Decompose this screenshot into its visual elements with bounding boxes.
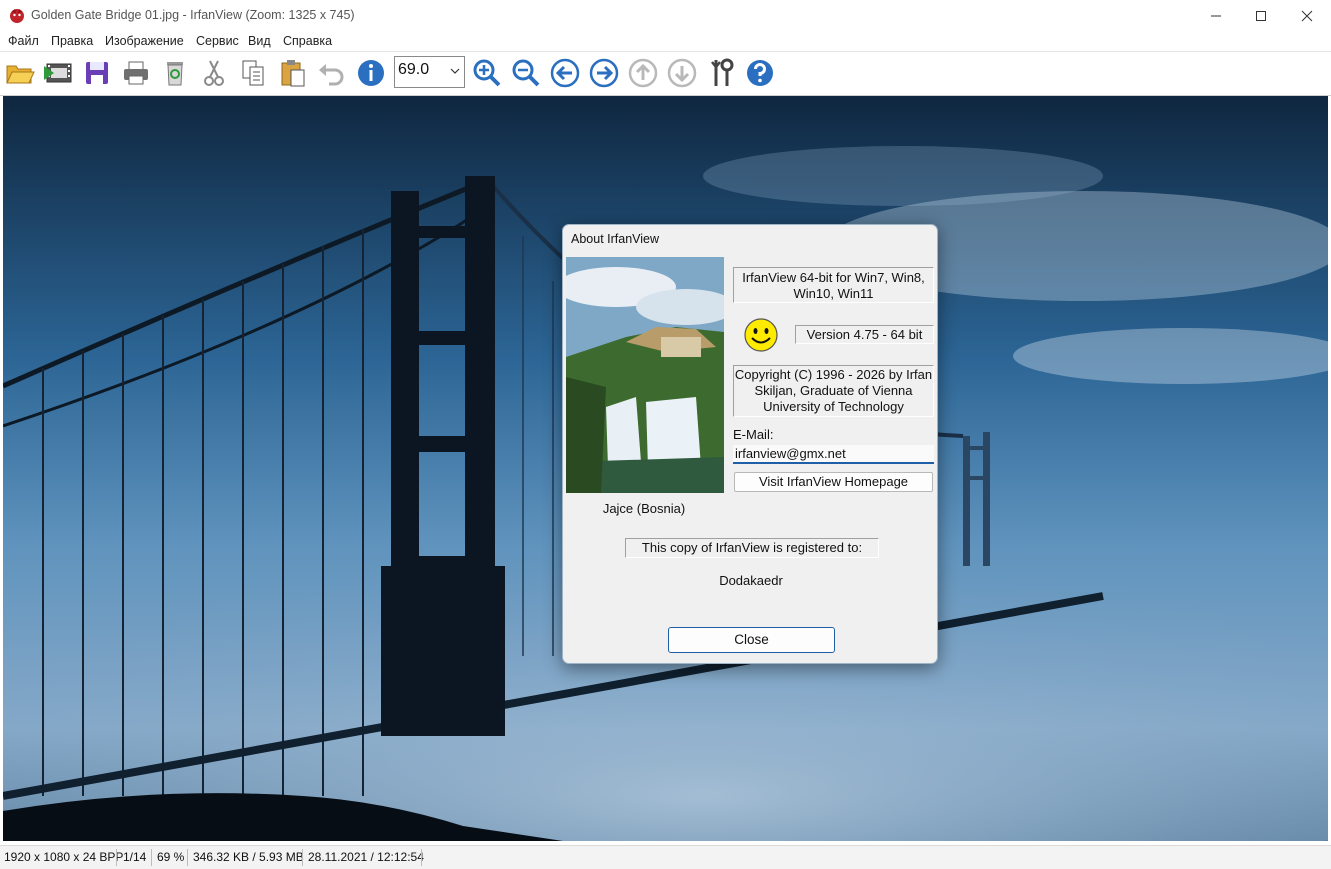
visit-homepage-button[interactable]: Visit IrfanView Homepage [734,472,933,492]
version-label: Version 4.75 - 64 bit [795,325,934,344]
menu-bar: Файл Правка Изображение Сервис Вид Справ… [0,31,1331,51]
copy-icon [242,60,264,86]
slideshow-icon [44,63,72,83]
copyright-label: Copyright (C) 1996 - 2026 by Irfan Skilj… [733,365,934,417]
first-image-button[interactable] [627,57,659,89]
recycle-bin-icon [167,62,183,86]
status-bar: 1920 x 1080 x 24 BPP 1/14 69 % 346.32 KB… [0,845,1331,869]
registered-label: This copy of IrfanView is registered to: [625,538,879,558]
status-filesize: 346.32 KB / 5.93 MB [193,850,304,864]
product-label: IrfanView 64-bit for Win7, Win8, Win10, … [733,267,934,303]
properties-button[interactable] [706,57,738,89]
close-window-button[interactable] [1284,0,1330,31]
menu-view[interactable]: Вид [248,34,271,48]
status-divider [187,849,188,866]
status-dimensions: 1920 x 1080 x 24 BPP [4,850,124,864]
help-button[interactable] [744,57,776,89]
info-icon [358,60,384,86]
paste-icon [281,60,305,87]
zoom-in-icon [473,59,501,87]
close-button[interactable]: Close [668,627,835,653]
copy-button[interactable] [237,57,269,89]
undo-icon [319,64,344,86]
status-divider [116,849,117,866]
zoom-value: 69.0 [398,61,430,78]
print-icon [124,61,148,85]
irfanview-app-icon [10,9,24,23]
minimize-button[interactable] [1193,0,1239,31]
status-datetime: 28.11.2021 / 12:12:54 [308,850,424,864]
maximize-icon [1256,10,1266,21]
print-button[interactable] [120,57,152,89]
zoom-in-button[interactable] [471,57,503,89]
zoom-combobox[interactable]: 69.0 [394,56,465,88]
open-folder-icon [6,65,35,84]
menu-image[interactable]: Изображение [105,34,184,48]
email-field[interactable]: irfanview@gmx.net [733,445,934,464]
cut-button[interactable] [198,57,230,89]
dialog-title: About IrfanView [571,232,660,246]
zoom-out-icon [512,59,540,87]
menu-edit[interactable]: Правка [51,34,93,48]
up-icon [628,58,658,88]
smiley-icon [744,318,778,352]
status-divider [151,849,152,866]
menu-file[interactable]: Файл [8,34,39,48]
jajce-waterfall-image [566,257,724,493]
maximize-button[interactable] [1238,0,1284,31]
open-button[interactable] [4,57,36,89]
paste-button[interactable] [277,57,309,89]
save-button[interactable] [81,57,113,89]
chevron-down-icon [450,68,460,74]
next-image-button[interactable] [588,57,620,89]
toolbar: 69.0 [0,51,1331,96]
settings-icon [711,58,734,86]
status-divider [302,849,303,866]
undo-button[interactable] [315,57,347,89]
status-zoom: 69 % [157,850,185,864]
delete-button[interactable] [159,57,191,89]
status-divider [421,849,422,866]
picture-caption: Jajce (Bosnia) [602,501,686,516]
about-dialog: About IrfanView Jajce (Bosnia) IrfanView… [562,224,938,664]
minimize-icon [1211,15,1221,16]
cut-icon [204,60,224,86]
last-image-button[interactable] [666,57,698,89]
status-index: 1/14 [123,850,147,864]
previous-image-button[interactable] [549,57,581,89]
menu-tools[interactable]: Сервис [196,34,239,48]
menu-help[interactable]: Справка [283,34,332,48]
help-icon [747,60,773,86]
window-title: Golden Gate Bridge 01.jpg - IrfanView (Z… [31,8,355,22]
save-icon [86,62,108,84]
email-label: E-Mail: [733,427,774,442]
title-bar: Golden Gate Bridge 01.jpg - IrfanView (Z… [0,0,1331,31]
registered-name: Dodakaedr [719,573,783,588]
close-icon [1301,10,1313,21]
slideshow-button[interactable] [42,57,74,89]
next-icon [589,58,619,88]
previous-icon [550,58,580,88]
down-icon [667,58,697,88]
info-button[interactable] [355,57,387,89]
zoom-out-button[interactable] [510,57,542,89]
